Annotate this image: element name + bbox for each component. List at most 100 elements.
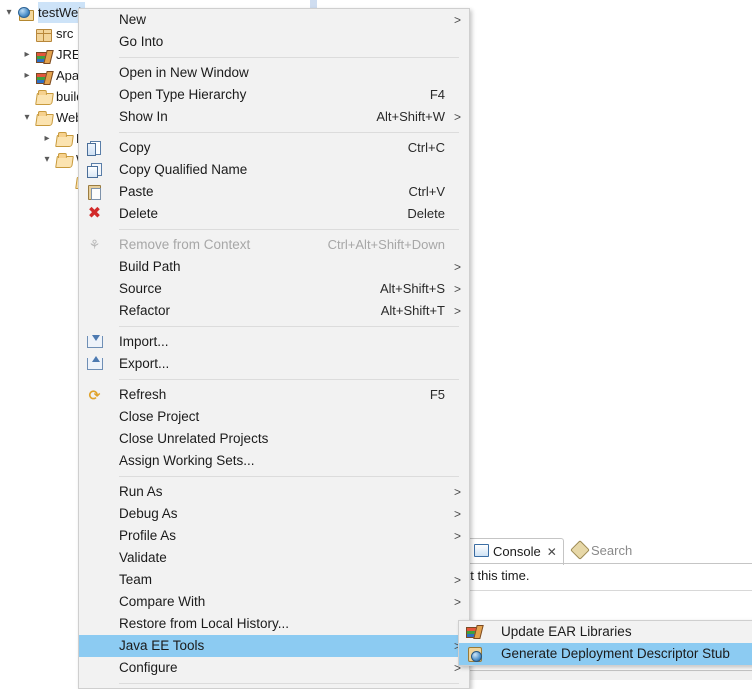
menu-separator [119,326,459,327]
menu-item-run-as[interactable]: Run As > [79,481,469,503]
console-icon [474,544,489,557]
menu-item-restore-from-local-history[interactable]: Restore from Local History... [79,613,469,635]
chevron-right-icon[interactable]: ▸ [40,128,54,149]
menu-item-remove-from-context: ⚘ Remove from Context Ctrl+Alt+Shift+Dow… [79,234,469,256]
menu-item-label: Export... [119,356,170,371]
console-separator [461,590,752,591]
menu-item-configure[interactable]: Configure > [79,657,469,679]
menu-item-copy[interactable]: Copy Ctrl+C [79,137,469,159]
chevron-right-icon[interactable]: ▸ [20,44,34,65]
menu-separator [119,132,459,133]
menu-item-label: Source [119,281,162,296]
menu-item-java-ee-tools[interactable]: Java EE Tools > [79,635,469,657]
export-icon [86,356,103,372]
menu-item-build-path[interactable]: Build Path > [79,256,469,278]
menu-item-accelerator: Alt+Shift+W [376,109,445,124]
submenu-arrow-icon: > [453,573,461,587]
menu-item-import[interactable]: Import... [79,331,469,353]
menu-item-export[interactable]: Export... [79,353,469,375]
menu-item-accelerator: Ctrl+Alt+Shift+Down [327,237,445,252]
submenu-arrow-icon: > [453,304,461,318]
submenu-item-generate-deployment-descriptor-stub[interactable]: Generate Deployment Descriptor Stub [459,643,752,665]
delete-icon: ✖ [87,205,102,222]
menu-item-go-into[interactable]: Go Into [79,31,469,53]
submenu-item-label: Generate Deployment Descriptor Stub [501,646,730,661]
chevron-down-icon[interactable]: ▾ [20,107,34,128]
submenu-arrow-icon: > [453,529,461,543]
menu-item-label: Team [119,572,153,587]
menu-item-validate[interactable]: Validate [79,547,469,569]
menu-item-label: Validate [119,550,167,565]
submenu-arrow-icon: > [453,110,461,124]
submenu-item-update-ear-libraries[interactable]: Update EAR Libraries [459,621,752,643]
tab-console[interactable]: Console ✕ [467,538,564,565]
library-icon [36,47,54,63]
menu-item-open-type-hierarchy[interactable]: Open Type Hierarchy F4 [79,84,469,106]
submenu-arrow-icon: > [453,13,461,27]
menu-item-label: Delete [119,206,159,221]
menu-item-label: Go Into [119,34,164,49]
status-bar [455,671,752,680]
menu-item-compare-with[interactable]: Compare With > [79,591,469,613]
menu-item-source[interactable]: Source Alt+Shift+S > [79,278,469,300]
menu-item-refactor[interactable]: Refactor Alt+Shift+T > [79,300,469,322]
copy-qualified-name-icon [86,162,103,178]
import-icon [86,334,103,350]
generate-descriptor-icon [466,646,483,662]
menu-item-label: Java EE Tools [119,638,205,653]
folder-icon [35,89,54,105]
menu-item-debug-as[interactable]: Debug As > [79,503,469,525]
menu-separator [119,57,459,58]
menu-separator [119,229,459,230]
menu-item-label: Restore from Local History... [119,616,290,631]
menu-item-accelerator: F4 [429,87,445,102]
menu-item-profile-as[interactable]: Profile As > [79,525,469,547]
submenu-item-label: Update EAR Libraries [501,624,632,639]
menu-item-delete[interactable]: ✖ Delete Delete [79,203,469,225]
console-tab-underline [455,563,752,564]
menu-item-label: Import... [119,334,169,349]
java-ee-tools-submenu[interactable]: Update EAR Libraries Generate Deployment… [458,620,752,666]
menu-item-show-in[interactable]: Show In Alt+Shift+W > [79,106,469,128]
chevron-down-icon[interactable]: ▾ [40,149,54,170]
menu-item-label: Open Type Hierarchy [119,87,247,102]
folder-open-icon [35,110,54,126]
menu-item-label: Compare With [119,594,206,609]
menu-item-close-unrelated-projects[interactable]: Close Unrelated Projects [79,428,469,450]
menu-item-label: Debug As [119,506,178,521]
context-menu[interactable]: New > Go Into Open in New Window Open Ty… [78,8,470,689]
copy-icon [86,140,103,156]
submenu-arrow-icon: > [453,282,461,296]
chevron-down-icon[interactable]: ▾ [2,2,16,23]
menu-item-refresh[interactable]: ⟳ Refresh F5 [79,384,469,406]
menu-item-accelerator: Ctrl+V [408,184,445,199]
close-icon[interactable]: ✕ [547,539,557,565]
search-icon [570,540,590,560]
remove-from-context-icon: ⚘ [90,237,99,252]
refresh-icon: ⟳ [88,387,101,403]
menu-item-label: Build Path [119,259,181,274]
tab-search[interactable]: Search [570,538,632,564]
menu-item-label: Paste [119,184,154,199]
menu-item-accelerator: F5 [429,387,445,402]
chevron-right-icon[interactable]: ▸ [20,65,34,86]
submenu-arrow-icon: > [453,595,461,609]
menu-item-accelerator: Alt+Shift+T [380,303,445,318]
menu-item-assign-working-sets[interactable]: Assign Working Sets... [79,450,469,472]
menu-item-label: Copy Qualified Name [119,162,248,177]
menu-item-new[interactable]: New > [79,9,469,31]
menu-item-copy-qualified-name[interactable]: Copy Qualified Name [79,159,469,181]
editor-tab-sliver [310,0,317,8]
ear-libraries-icon [466,624,483,640]
menu-item-open-in-new-window[interactable]: Open in New Window [79,62,469,84]
submenu-arrow-icon: > [453,485,461,499]
menu-item-paste[interactable]: Paste Ctrl+V [79,181,469,203]
menu-item-label: Close Project [119,409,200,424]
submenu-arrow-icon: > [453,260,461,274]
menu-item-label: Profile As [119,528,177,543]
menu-item-label: Copy [119,140,151,155]
menu-item-team[interactable]: Team > [79,569,469,591]
menu-item-close-project[interactable]: Close Project [79,406,469,428]
menu-item-label: Remove from Context [119,237,251,252]
console-message: at this time. [463,568,530,583]
